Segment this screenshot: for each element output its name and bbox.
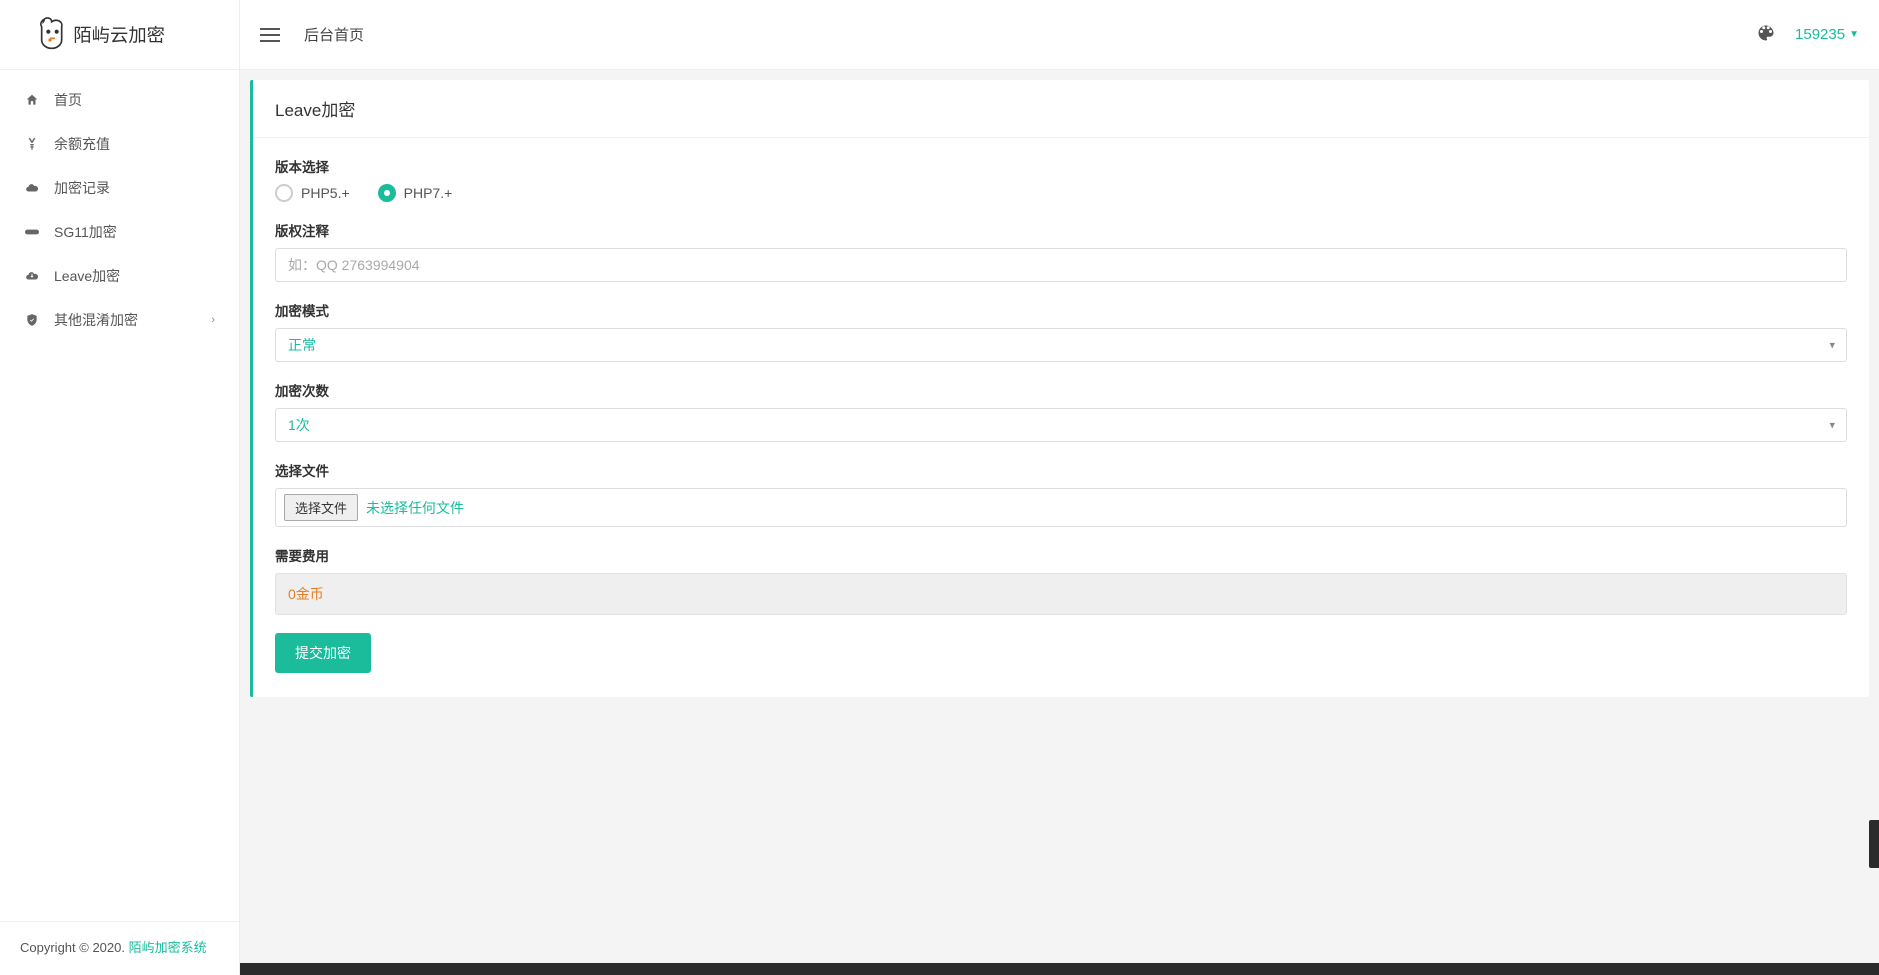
menu-toggle-icon[interactable] [260, 23, 284, 47]
cloud-download-icon [24, 268, 40, 284]
footer-prefix: Copyright © 2020. [20, 940, 129, 955]
card-title: Leave加密 [253, 80, 1869, 138]
home-icon [24, 92, 40, 108]
radio-php5[interactable]: PHP5.+ [275, 184, 350, 202]
sidebar: 陌屿云加密 首页 余额充值 加密记录 [0, 0, 240, 975]
file-choose-button[interactable]: 选择文件 [284, 494, 358, 521]
svg-text:陌屿云加密: 陌屿云加密 [73, 25, 165, 45]
nav: 首页 余额充值 加密记录 SG11加密 [0, 70, 239, 921]
nav-label: SG11加密 [54, 222, 117, 242]
sidebar-footer: Copyright © 2020. 陌屿加密系统 [0, 921, 239, 975]
copyright-label: 版权注释 [275, 220, 1847, 240]
mode-select[interactable]: 正常 [275, 328, 1847, 362]
yen-icon [24, 136, 40, 152]
mode-group: 加密模式 正常 [275, 300, 1847, 362]
file-status: 未选择任何文件 [366, 498, 464, 518]
bottom-bar [240, 963, 1879, 975]
version-group: 版本选择 PHP5.+ PHP7.+ [275, 156, 1847, 202]
sidebar-item-sg11[interactable]: SG11加密 [0, 210, 239, 254]
submit-button[interactable]: 提交加密 [275, 633, 371, 673]
topbar: 后台首页 159235 ▼ [240, 0, 1879, 70]
cloud-icon [24, 180, 40, 196]
radio-php7[interactable]: PHP7.+ [378, 184, 453, 202]
brand-logo[interactable]: 陌屿云加密 [0, 0, 239, 70]
breadcrumb[interactable]: 后台首页 [304, 24, 364, 45]
sidebar-item-home[interactable]: 首页 [0, 78, 239, 122]
radio-label: PHP5.+ [301, 185, 350, 201]
content: Leave加密 版本选择 PHP5.+ PHP7.+ [240, 70, 1879, 975]
side-tab[interactable] [1869, 820, 1879, 868]
nav-label: 其他混淆加密 [54, 310, 138, 330]
cost-value: 0金币 [275, 573, 1847, 615]
radio-icon [275, 184, 293, 202]
radio-icon [378, 184, 396, 202]
file-group: 选择文件 选择文件 未选择任何文件 [275, 460, 1847, 527]
chevron-right-icon: › [211, 314, 215, 326]
nav-label: 加密记录 [54, 178, 110, 198]
file-label: 选择文件 [275, 460, 1847, 480]
cost-group: 需要费用 0金币 [275, 545, 1847, 615]
leave-card: Leave加密 版本选择 PHP5.+ PHP7.+ [250, 80, 1869, 697]
sidebar-item-records[interactable]: 加密记录 [0, 166, 239, 210]
balance-dropdown[interactable]: 159235 ▼ [1795, 26, 1859, 43]
count-label: 加密次数 [275, 380, 1847, 400]
sidebar-item-recharge[interactable]: 余额充值 [0, 122, 239, 166]
palette-icon[interactable] [1757, 24, 1775, 45]
copyright-group: 版权注释 [275, 220, 1847, 282]
file-row: 选择文件 未选择任何文件 [275, 488, 1847, 527]
version-label: 版本选择 [275, 156, 1847, 176]
sidebar-item-leave[interactable]: Leave加密 [0, 254, 239, 298]
nav-label: Leave加密 [54, 266, 120, 286]
mode-label: 加密模式 [275, 300, 1847, 320]
copyright-input[interactable] [275, 248, 1847, 282]
cost-label: 需要费用 [275, 545, 1847, 565]
main: 后台首页 159235 ▼ Leave加密 版本选择 [240, 0, 1879, 975]
link-icon [24, 224, 40, 240]
nav-label: 余额充值 [54, 134, 110, 154]
nav-label: 首页 [54, 90, 82, 110]
shield-icon [24, 312, 40, 328]
radio-label: PHP7.+ [404, 185, 453, 201]
count-select[interactable]: 1次 [275, 408, 1847, 442]
count-group: 加密次数 1次 [275, 380, 1847, 442]
balance-value: 159235 [1795, 26, 1845, 43]
brand-logo-svg: 陌屿云加密 [25, 10, 215, 60]
footer-link[interactable]: 陌屿加密系统 [129, 940, 207, 955]
caret-down-icon: ▼ [1849, 29, 1859, 40]
sidebar-item-other[interactable]: 其他混淆加密 › [0, 298, 239, 342]
